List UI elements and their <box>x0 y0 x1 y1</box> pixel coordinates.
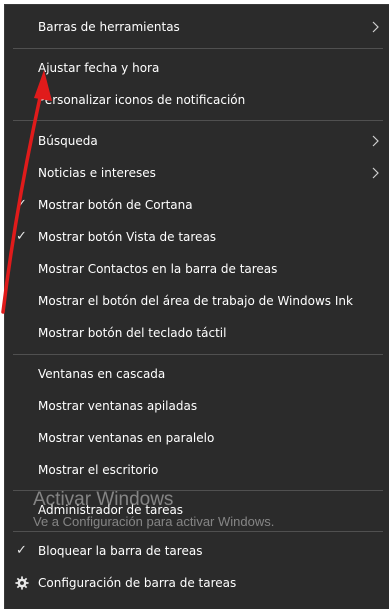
menu-item-stacked-windows[interactable]: Mostrar ventanas apiladas <box>5 390 389 422</box>
menu-item-side-by-side-windows[interactable]: Mostrar ventanas en paralelo <box>5 422 389 454</box>
menu-item-show-desktop[interactable]: Mostrar el escritorio <box>5 454 389 486</box>
chevron-right-icon <box>372 167 379 179</box>
menu-item-news-interests[interactable]: Noticias e intereses <box>5 157 389 189</box>
menu-item-label: Barras de herramientas <box>38 20 180 34</box>
menu-item-label: Mostrar botón del teclado táctil <box>38 326 227 340</box>
menu-item-show-task-view[interactable]: ✓ Mostrar botón Vista de tareas <box>5 221 389 253</box>
menu-separator <box>13 48 383 49</box>
checkmark-icon: ✓ <box>16 197 27 212</box>
checkmark-icon: ✓ <box>16 543 27 558</box>
menu-item-lock-taskbar[interactable]: ✓ Bloquear la barra de tareas <box>5 535 389 567</box>
menu-item-label: Bloquear la barra de tareas <box>38 544 203 558</box>
menu-item-show-contacts[interactable]: Mostrar Contactos en la barra de tareas <box>5 253 389 285</box>
menu-item-label: Mostrar Contactos en la barra de tareas <box>38 262 278 276</box>
menu-separator <box>13 354 383 355</box>
menu-item-taskbar-settings[interactable]: Configuración de barra de tareas <box>5 567 389 599</box>
menu-item-label: Mostrar el botón del área de trabajo de … <box>38 294 353 308</box>
screen: Barras de herramientas Ajustar fecha y h… <box>0 0 389 609</box>
menu-item-cascade-windows[interactable]: Ventanas en cascada <box>5 358 389 390</box>
menu-item-label: Mostrar ventanas apiladas <box>38 399 198 413</box>
menu-item-label: Personalizar iconos de notificación <box>38 93 246 107</box>
menu-separator <box>13 531 383 532</box>
menu-item-search[interactable]: Búsqueda <box>5 125 389 157</box>
menu-item-label: Mostrar botón Vista de tareas <box>38 230 217 244</box>
menu-item-label: Noticias e intereses <box>38 166 156 180</box>
menu-item-label: Mostrar ventanas en paralelo <box>38 431 215 445</box>
menu-item-show-touch-keyboard[interactable]: Mostrar botón del teclado táctil <box>5 317 389 349</box>
menu-item-toolbars[interactable]: Barras de herramientas <box>5 11 389 43</box>
chevron-right-icon <box>372 135 379 147</box>
gear-icon <box>15 576 29 590</box>
menu-item-label: Configuración de barra de tareas <box>38 576 237 590</box>
menu-item-adjust-datetime[interactable]: Ajustar fecha y hora <box>5 52 389 84</box>
activate-windows-watermark-subtitle: Ve a Configuración para activar Windows. <box>33 514 275 529</box>
menu-item-label: Búsqueda <box>38 134 98 148</box>
menu-item-label: Ventanas en cascada <box>38 367 166 381</box>
activate-windows-watermark-title: Activar Windows <box>33 489 174 510</box>
taskbar-context-menu: Barras de herramientas Ajustar fecha y h… <box>4 4 389 609</box>
menu-item-label: Mostrar el escritorio <box>38 463 159 477</box>
menu-item-label: Mostrar botón de Cortana <box>38 198 193 212</box>
menu-separator <box>13 120 383 121</box>
menu-item-customize-notification-icons[interactable]: Personalizar iconos de notificación <box>5 84 389 116</box>
menu-item-label: Ajustar fecha y hora <box>38 61 160 75</box>
checkmark-icon: ✓ <box>16 229 27 244</box>
menu-item-show-windows-ink[interactable]: Mostrar el botón del área de trabajo de … <box>5 285 389 317</box>
chevron-right-icon <box>372 21 379 33</box>
menu-item-show-cortana[interactable]: ✓ Mostrar botón de Cortana <box>5 189 389 221</box>
